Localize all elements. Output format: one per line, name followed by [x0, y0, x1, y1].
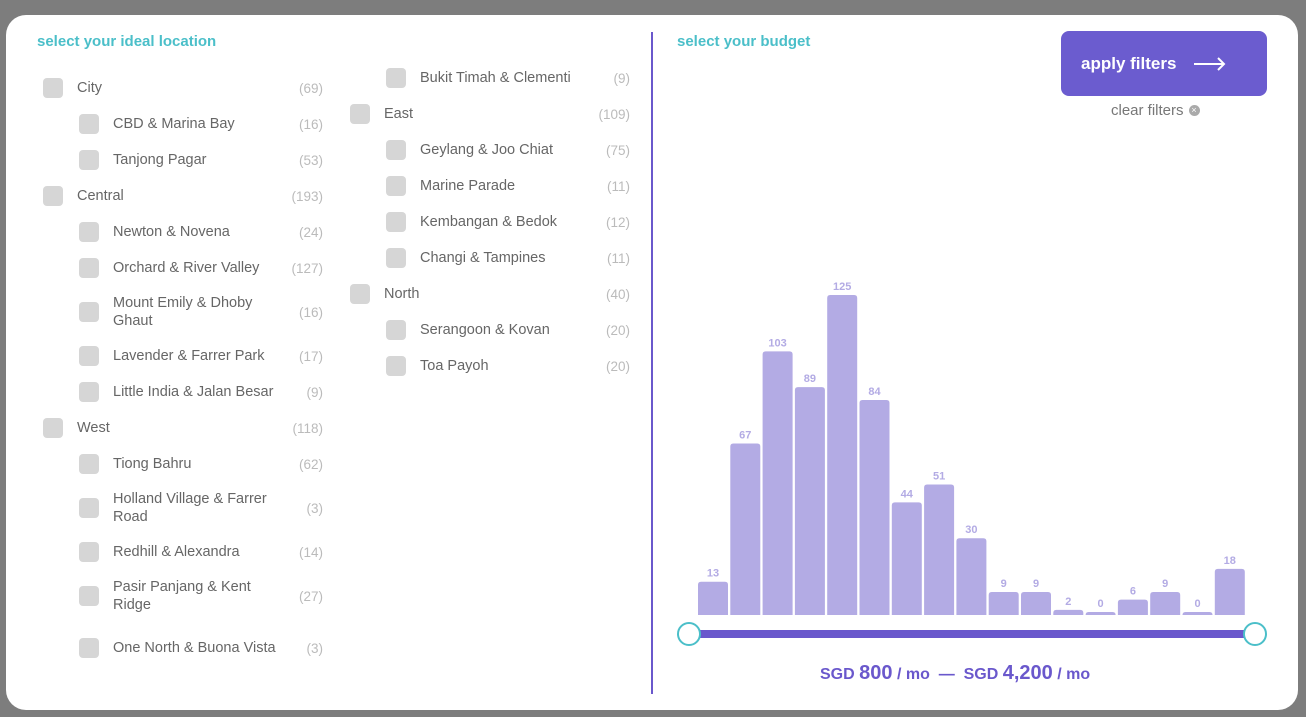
histogram-bar	[762, 351, 793, 615]
bar-value-label: 9	[1001, 578, 1007, 590]
budget-histogram: 13 67 103 89 125 84 44 51 30 9 9 2 0 6 9 0 18	[698, 281, 1245, 615]
min-currency: SGD	[820, 666, 855, 683]
min-price: 800	[859, 662, 893, 684]
bar-value-label: 84	[868, 386, 881, 398]
bar-value-label: 67	[739, 429, 751, 441]
min-unit: / mo	[896, 666, 930, 683]
bar-value-label: 103	[768, 337, 786, 349]
histogram-bar	[859, 399, 890, 615]
histogram-bar	[1117, 599, 1148, 615]
histogram-bar	[698, 581, 728, 615]
max-unit: / mo	[1057, 666, 1091, 683]
bar-value-label: 0	[1194, 598, 1200, 610]
max-price: 4,200	[1002, 662, 1053, 684]
histogram-bar	[794, 387, 825, 615]
histogram-bar	[988, 591, 1019, 615]
histogram-bar	[891, 502, 922, 615]
bar-value-label: 2	[1065, 596, 1071, 608]
histogram-bar	[1182, 612, 1213, 615]
budget-slider-max-handle[interactable]	[1243, 622, 1267, 646]
histogram-bar	[1053, 609, 1084, 615]
histogram-bar	[1150, 591, 1181, 615]
bar-value-label: 9	[1162, 578, 1168, 590]
budget-slider-min-handle[interactable]	[677, 622, 701, 646]
bar-value-label: 13	[707, 568, 719, 580]
range-separator: —	[938, 666, 955, 683]
bar-value-label: 44	[901, 488, 914, 500]
bar-value-label: 18	[1224, 555, 1236, 567]
histogram-bar	[730, 443, 761, 615]
bar-value-label: 6	[1130, 586, 1136, 598]
histogram-bar	[1085, 612, 1116, 615]
bar-value-label: 0	[1098, 598, 1104, 610]
histogram-bar	[924, 484, 955, 615]
budget-slider-track[interactable]	[688, 630, 1255, 638]
histogram-bar	[956, 538, 987, 615]
histogram-bar	[827, 295, 858, 615]
bar-value-label: 30	[965, 524, 977, 536]
histogram-bar	[1021, 591, 1051, 615]
bar-value-label: 51	[933, 470, 945, 482]
max-currency: SGD	[963, 666, 999, 683]
histogram-bar	[1214, 568, 1245, 615]
bar-value-label: 9	[1033, 578, 1039, 590]
budget-range-text: SGD 800 / mo — SGD 4,200 / mo	[820, 662, 1090, 685]
bar-value-label: 89	[804, 373, 816, 385]
bar-value-label: 125	[833, 281, 851, 293]
